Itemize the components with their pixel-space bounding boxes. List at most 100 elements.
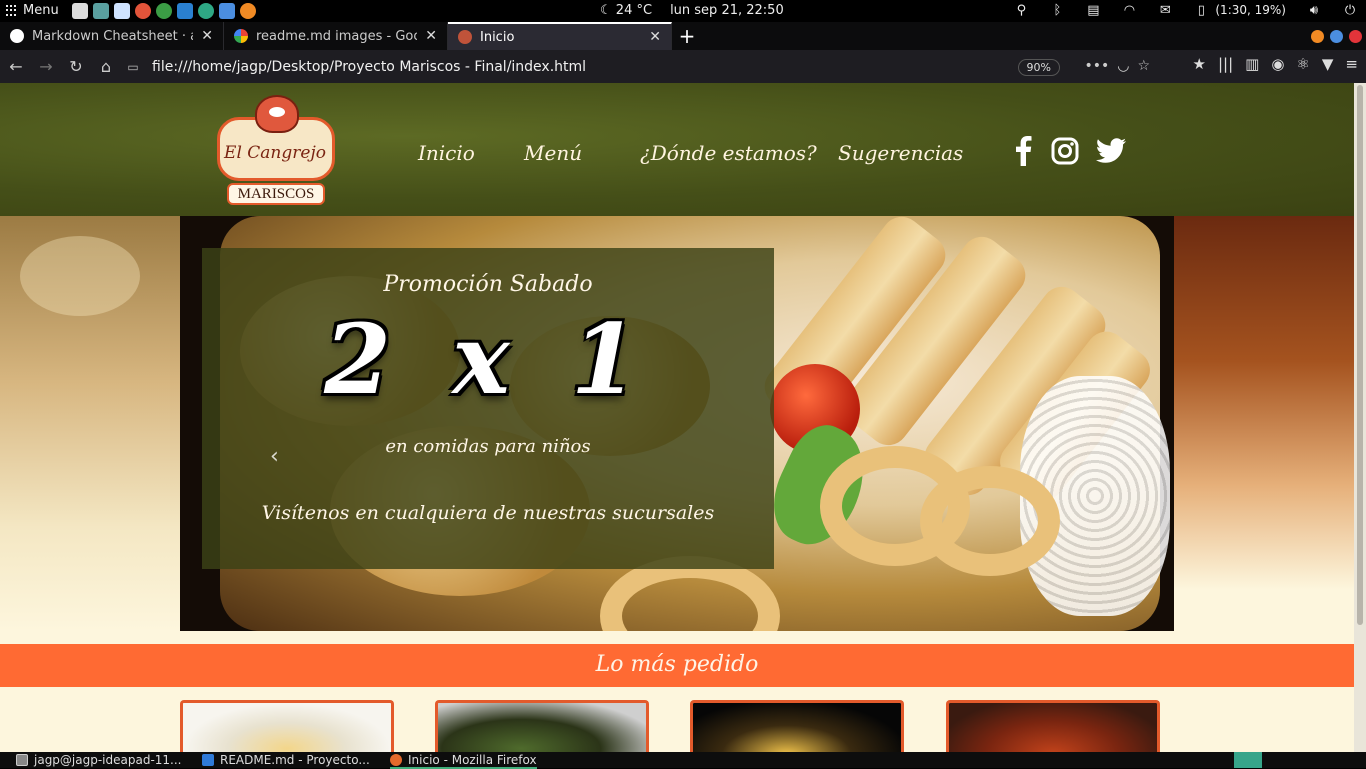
tab-title: readme.md images - Googl — [256, 28, 418, 44]
chrome-launcher-icon[interactable] — [156, 3, 172, 19]
browser-nav-bar: ← → ↻ ⌂ ▭ file:///home/jagp/Desktop/Proy… — [0, 50, 1366, 83]
system-tray: ⚲ ᛒ ▤ ◠ ✉ ▯ (1:30, 19%) 🔊︎ ⏻ — [1013, 2, 1358, 18]
toolbar-buttons: ★ ||| ▥ ◉ ⚛ ▼ ≡ — [1193, 55, 1358, 73]
nav-link-sugerencias[interactable]: Sugerencias — [838, 141, 963, 165]
screenshot-launcher-icon[interactable] — [93, 3, 109, 19]
workspace-indicator[interactable] — [1234, 752, 1262, 768]
logo-name: El Cangrejo — [224, 143, 326, 163]
browser-tab-bar: Markdown Cheatsheet · ad ✕ readme.md ima… — [0, 22, 1366, 50]
promo-carousel[interactable]: Promoción Sabado 2 x 1 en comidas para n… — [180, 216, 1174, 631]
most-ordered-band: Lo más pedido — [0, 644, 1354, 687]
bottom-taskbar: jagp@jagp-ideapad-11... README.md - Proy… — [0, 752, 1366, 769]
minimize-window-icon[interactable] — [1311, 30, 1324, 43]
site-header: El Cangrejo MARISCOS Inicio Menú ¿Dónde … — [0, 83, 1354, 216]
window-controls — [1311, 30, 1362, 43]
reload-button-icon[interactable]: ↻ — [62, 52, 90, 80]
task-terminal[interactable]: jagp@jagp-ideapad-11... — [16, 753, 182, 767]
task-firefox[interactable]: Inicio - Mozilla Firefox — [390, 753, 537, 769]
salad-image — [438, 703, 646, 752]
home-button-icon[interactable]: ⌂ — [92, 52, 120, 80]
cocktail-image — [693, 703, 901, 752]
task-label: jagp@jagp-ideapad-11... — [34, 753, 182, 767]
firefox-launcher-icon[interactable] — [135, 3, 151, 19]
promo-title: Promoción Sabado — [383, 272, 593, 297]
nav-link-inicio[interactable]: Inicio — [418, 141, 475, 165]
close-tab-icon[interactable]: ✕ — [649, 29, 661, 45]
back-button-icon[interactable]: ← — [2, 52, 30, 80]
logo-subtitle: MARISCOS — [227, 183, 325, 205]
battery-text: (1:30, 19%) — [1215, 3, 1286, 17]
app-launcher-icon[interactable] — [240, 3, 256, 19]
dish-card[interactable] — [180, 700, 394, 752]
extension-icon[interactable]: ▼ — [1322, 55, 1334, 73]
promo-big-text: 2 x 1 — [324, 303, 652, 416]
hamburger-menu-icon[interactable]: ≡ — [1345, 55, 1358, 73]
page-actions-icon[interactable]: ••• — [1084, 58, 1109, 74]
maximize-window-icon[interactable] — [1330, 30, 1343, 43]
calamari-ring — [920, 466, 1060, 576]
battery-icon[interactable]: ▯ — [1193, 2, 1209, 18]
hero-background-right — [1174, 216, 1354, 631]
vscode-icon — [202, 754, 214, 766]
weather-text: ☾ 24 °C — [600, 3, 653, 18]
new-tab-button[interactable]: + — [672, 22, 702, 50]
close-window-icon[interactable] — [1349, 30, 1362, 43]
task-vscode[interactable]: README.md - Proyecto... — [202, 753, 370, 767]
shield-launcher-icon[interactable] — [219, 3, 235, 19]
power-icon[interactable]: ⏻ — [1342, 2, 1358, 18]
dish-card[interactable] — [690, 700, 904, 752]
page-info-icon[interactable]: ▭ — [124, 60, 142, 74]
most-ordered-cards — [0, 700, 1354, 752]
tab-inicio[interactable]: Inicio ✕ — [448, 22, 672, 50]
clock-area[interactable]: ☾ 24 °C lun sep 21, 22:50 — [600, 3, 784, 18]
facebook-icon[interactable] — [1012, 135, 1034, 167]
page-scrollbar[interactable] — [1354, 83, 1366, 752]
scrollbar-thumb[interactable] — [1357, 85, 1363, 625]
gitkraken-launcher-icon[interactable] — [198, 3, 214, 19]
twitter-icon[interactable] — [1094, 135, 1128, 167]
bookmarks-menu-icon[interactable]: ★ — [1193, 55, 1206, 73]
location-icon[interactable]: ⚲ — [1013, 2, 1029, 18]
notes-icon[interactable]: ▤ — [1085, 2, 1101, 18]
zoom-level-badge[interactable]: 90% — [1017, 59, 1060, 76]
wifi-icon[interactable]: ◠ — [1121, 2, 1137, 18]
forward-button-icon[interactable]: → — [32, 52, 60, 80]
github-favicon-icon — [10, 29, 24, 43]
promo-visit-text: Visítenos en cualquiera de nuestras sucu… — [261, 502, 715, 524]
files-launcher-icon[interactable] — [72, 3, 88, 19]
mail-icon[interactable]: ✉ — [1157, 2, 1173, 18]
restaurant-logo[interactable]: El Cangrejo MARISCOS — [215, 95, 339, 205]
applications-menu[interactable]: Menu — [6, 3, 59, 18]
url-bar[interactable]: ▭ file:///home/jagp/Desktop/Proyecto Mar… — [124, 54, 1156, 80]
vscode-launcher-icon[interactable] — [177, 3, 193, 19]
task-label: Inicio - Mozilla Firefox — [408, 753, 537, 767]
pocket-icon[interactable]: ◡ — [1117, 58, 1129, 74]
account-icon[interactable]: ◉ — [1271, 55, 1284, 73]
nav-link-menu[interactable]: Menú — [524, 141, 582, 165]
dish-card[interactable] — [946, 700, 1160, 752]
soup-image — [183, 703, 391, 752]
hero-background-left — [0, 216, 180, 631]
promo-subtitle: en comidas para niños — [385, 436, 591, 457]
system-top-panel: Menu ☾ 24 °C lun sep 21, 22:50 ⚲ ᛒ ▤ ◠ ✉… — [0, 0, 1366, 22]
nav-link-donde-estamos[interactable]: ¿Dónde estamos? — [640, 141, 817, 165]
bookmark-star-icon[interactable]: ☆ — [1137, 58, 1150, 74]
document-launcher-icon[interactable] — [114, 3, 130, 19]
task-label: README.md - Proyecto... — [220, 753, 370, 767]
library-icon[interactable]: ||| — [1218, 55, 1233, 73]
crab-mascot-icon — [255, 95, 299, 133]
quick-launchers — [72, 3, 256, 19]
tab-markdown-cheatsheet[interactable]: Markdown Cheatsheet · ad ✕ — [0, 22, 224, 50]
sidebar-icon[interactable]: ▥ — [1245, 55, 1259, 73]
carousel-prev-icon[interactable]: ‹ — [270, 444, 279, 469]
volume-icon[interactable]: 🔊︎ — [1306, 2, 1322, 18]
apps-grid-icon — [6, 4, 18, 17]
instagram-icon[interactable] — [1050, 135, 1080, 167]
close-tab-icon[interactable]: ✕ — [201, 28, 213, 44]
dish-card[interactable] — [435, 700, 649, 752]
tab-readme-images[interactable]: readme.md images - Googl ✕ — [224, 22, 448, 50]
terminal-icon — [16, 754, 28, 766]
close-tab-icon[interactable]: ✕ — [425, 28, 437, 44]
bluetooth-icon[interactable]: ᛒ — [1049, 2, 1065, 18]
react-devtools-icon[interactable]: ⚛ — [1296, 55, 1309, 73]
